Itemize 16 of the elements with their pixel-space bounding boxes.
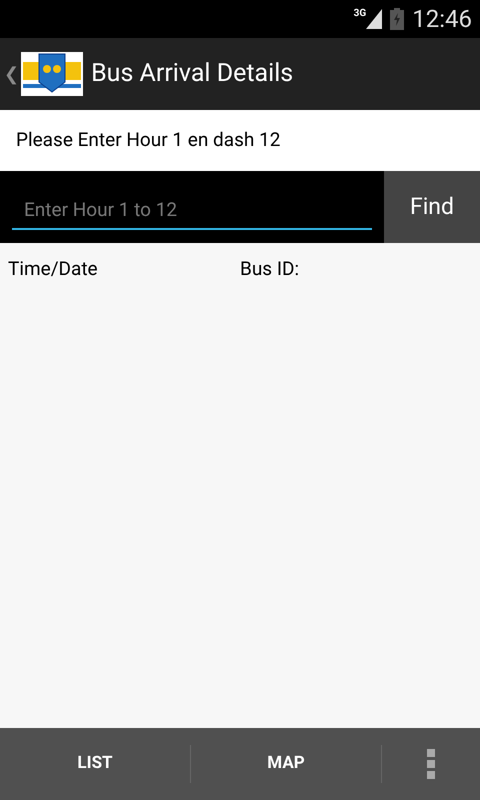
find-button[interactable]: Find xyxy=(384,171,480,243)
more-icon xyxy=(427,749,435,779)
back-button[interactable]: ❮ xyxy=(0,52,84,96)
hour-field[interactable]: Enter Hour 1 to 12 xyxy=(0,171,384,243)
column-header: Time/Date xyxy=(8,256,99,282)
prompt-text: Please Enter Hour 1 en dash 12 xyxy=(16,127,280,154)
column-header: Bus ID: xyxy=(240,256,300,282)
screen-title: Bus Arrival Details xyxy=(91,58,294,90)
hour-input[interactable]: Enter Hour 1 to 12 xyxy=(12,184,372,230)
clock: 12:46 xyxy=(412,7,472,31)
tab-button[interactable]: LIST xyxy=(0,728,190,800)
app-logo-icon xyxy=(21,52,84,96)
battery-icon xyxy=(390,8,404,30)
network-type: 3G xyxy=(354,9,366,19)
signal-icon xyxy=(366,9,382,29)
tab-button[interactable]: MAP xyxy=(191,728,381,800)
